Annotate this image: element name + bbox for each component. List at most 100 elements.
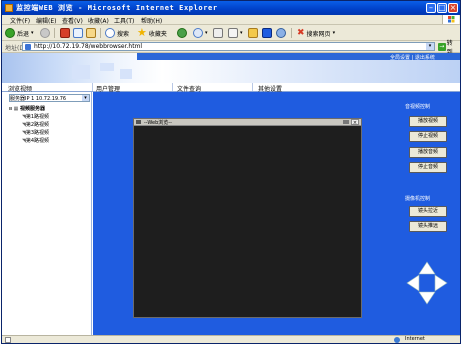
tree-item-label: 第3路视频 bbox=[25, 130, 50, 136]
dropdown-icon: ▾ bbox=[31, 30, 34, 36]
arrow-left-icon[interactable] bbox=[406, 274, 420, 292]
toolbar: 后退 ▾ 搜索 ★ 收藏夹 ▾ ▾ ✖ 搜索网页 ▾ bbox=[2, 25, 460, 41]
menu-file[interactable]: 文件(F) bbox=[10, 16, 30, 25]
player-title-bar: --Web浏览-- × bbox=[134, 119, 361, 126]
server-select-value: 服务器IP 1 10.72.19.76 bbox=[10, 96, 67, 102]
go-arrow-icon: → bbox=[438, 42, 446, 51]
star-icon: ★ bbox=[137, 26, 147, 39]
app-icon bbox=[5, 4, 13, 12]
menu-tools[interactable]: 工具(T) bbox=[114, 16, 134, 25]
server-select[interactable]: 服务器IP 1 10.72.19.76 ▾ bbox=[9, 94, 90, 102]
tree-item-label: 第4路视频 bbox=[25, 138, 50, 144]
search-web-label: 搜索网页 bbox=[306, 30, 331, 38]
tree-item-channel-2[interactable]: ◥第2路视频 bbox=[22, 121, 49, 128]
tree-item-label: 第1路视频 bbox=[25, 114, 50, 120]
window-title: 监控端WEB 浏览 - Microsoft Internet Explorer bbox=[16, 4, 218, 12]
globe-icon bbox=[394, 337, 400, 343]
history-icon bbox=[193, 28, 203, 38]
tree-item-channel-1[interactable]: ◥第1路视频 bbox=[22, 113, 49, 120]
back-label: 后退 bbox=[17, 30, 30, 38]
status-zone: Internet bbox=[405, 336, 425, 342]
ptz-control bbox=[405, 260, 449, 306]
tree-root[interactable]: ⊟ ▦ 视频服务器 bbox=[9, 105, 45, 112]
player-menu-icon[interactable] bbox=[343, 120, 349, 124]
back-button[interactable]: 后退 ▾ bbox=[5, 27, 34, 39]
arrow-down-icon[interactable] bbox=[418, 291, 436, 305]
play-audio-button[interactable]: 播放音频 bbox=[409, 147, 447, 158]
play-video-button[interactable]: 播放视频 bbox=[409, 116, 447, 127]
tree-item-label: 第2路视频 bbox=[25, 122, 50, 128]
tree-item-channel-4[interactable]: ◥第4路视频 bbox=[22, 137, 49, 144]
maximize-button[interactable]: □ bbox=[437, 3, 447, 13]
search-web-button[interactable]: ✖ 搜索网页 ▾ bbox=[297, 27, 335, 39]
search-web-icon: ✖ bbox=[297, 28, 305, 38]
menu-bar: 文件(F) 编辑(E) 查看(V) 收藏(A) 工具(T) 帮助(H) bbox=[2, 15, 460, 25]
player-close-button[interactable]: × bbox=[351, 119, 359, 126]
refresh-icon bbox=[73, 28, 83, 38]
history-button[interactable]: ▾ bbox=[193, 27, 208, 39]
messenger-button[interactable] bbox=[276, 27, 286, 39]
media-button[interactable] bbox=[177, 27, 187, 39]
player-icon bbox=[136, 120, 141, 124]
search-label: 搜索 bbox=[117, 30, 130, 38]
page-status-icon bbox=[5, 337, 11, 343]
server-icon: ▦ bbox=[13, 106, 19, 112]
page-banner: 全局设置 | 退出系统 bbox=[2, 53, 460, 83]
search-button[interactable]: 搜索 bbox=[105, 27, 129, 39]
camera-control-title: 摄像机控制 bbox=[405, 196, 431, 202]
av-control-title: 音视频控制 bbox=[405, 104, 431, 110]
title-bar: 监控端WEB 浏览 - Microsoft Internet Explorer … bbox=[2, 1, 460, 15]
close-button[interactable]: × bbox=[448, 3, 458, 13]
tree-collapse-icon: ⊟ bbox=[9, 106, 13, 112]
forward-button[interactable] bbox=[40, 27, 50, 39]
media-icon bbox=[177, 28, 187, 38]
status-bar: Internet bbox=[2, 335, 460, 343]
address-bar: 地址(D) http://10.72.19.78/webbrowser.html… bbox=[2, 40, 460, 56]
mail-icon bbox=[213, 28, 223, 38]
print-icon bbox=[228, 28, 238, 38]
nav-row: 浏览视频 用户管理 文件查询 其他设置 bbox=[2, 83, 460, 93]
menu-view[interactable]: 查看(V) bbox=[62, 16, 83, 25]
browser-window: 监控端WEB 浏览 - Microsoft Internet Explorer … bbox=[1, 0, 461, 344]
sidebar: 服务器IP 1 10.72.19.76 ▾ ⊟ ▦ 视频服务器 ◥第1路视频 ◥… bbox=[2, 92, 92, 335]
address-url: http://10.72.19.78/webbrowser.html bbox=[34, 43, 143, 50]
stop-button[interactable] bbox=[60, 27, 70, 39]
favorites-button[interactable]: ★ 收藏夹 bbox=[137, 27, 167, 39]
favorites-label: 收藏夹 bbox=[148, 30, 167, 38]
player-title: --Web浏览-- bbox=[144, 120, 172, 126]
page-icon bbox=[25, 44, 31, 50]
zoom-out-button[interactable]: 镜头推远 bbox=[409, 221, 447, 232]
messenger-icon bbox=[276, 28, 286, 38]
back-arrow-icon bbox=[5, 28, 15, 38]
minimize-button[interactable]: – bbox=[426, 3, 436, 13]
chevron-down-icon: ▾ bbox=[82, 95, 89, 101]
menu-help[interactable]: 帮助(H) bbox=[141, 16, 162, 25]
discuss-icon bbox=[262, 28, 272, 38]
discuss-button[interactable] bbox=[262, 27, 272, 39]
print-button[interactable]: ▾ bbox=[228, 27, 243, 39]
windows-logo-icon bbox=[442, 15, 459, 24]
home-button[interactable] bbox=[86, 27, 96, 39]
folder-icon bbox=[248, 28, 258, 38]
go-button[interactable]: → 转到 bbox=[438, 40, 458, 56]
menu-favorites[interactable]: 收藏(A) bbox=[88, 16, 109, 25]
edit-button[interactable] bbox=[248, 27, 258, 39]
address-dropdown-icon[interactable]: ▾ bbox=[426, 43, 434, 50]
stop-audio-button[interactable]: 停止音频 bbox=[409, 162, 447, 173]
banner-links[interactable]: 全局设置 | 退出系统 bbox=[390, 54, 435, 61]
tree-item-channel-3[interactable]: ◥第3路视频 bbox=[22, 129, 49, 136]
arrow-right-icon[interactable] bbox=[434, 274, 448, 292]
video-player[interactable]: --Web浏览-- × bbox=[133, 118, 362, 318]
search-icon bbox=[105, 28, 115, 38]
arrow-up-icon[interactable] bbox=[418, 261, 436, 275]
mail-button[interactable] bbox=[213, 27, 223, 39]
banner-strip: 全局设置 | 退出系统 bbox=[137, 53, 460, 61]
zoom-in-button[interactable]: 镜头拉近 bbox=[409, 206, 447, 217]
home-icon bbox=[86, 28, 96, 38]
address-input[interactable]: http://10.72.19.78/webbrowser.html ▾ bbox=[22, 42, 435, 51]
stop-icon bbox=[60, 28, 70, 38]
stop-video-button[interactable]: 停止视频 bbox=[409, 131, 447, 142]
refresh-button[interactable] bbox=[73, 27, 83, 39]
forward-arrow-icon bbox=[40, 28, 50, 38]
menu-edit[interactable]: 编辑(E) bbox=[36, 16, 56, 25]
